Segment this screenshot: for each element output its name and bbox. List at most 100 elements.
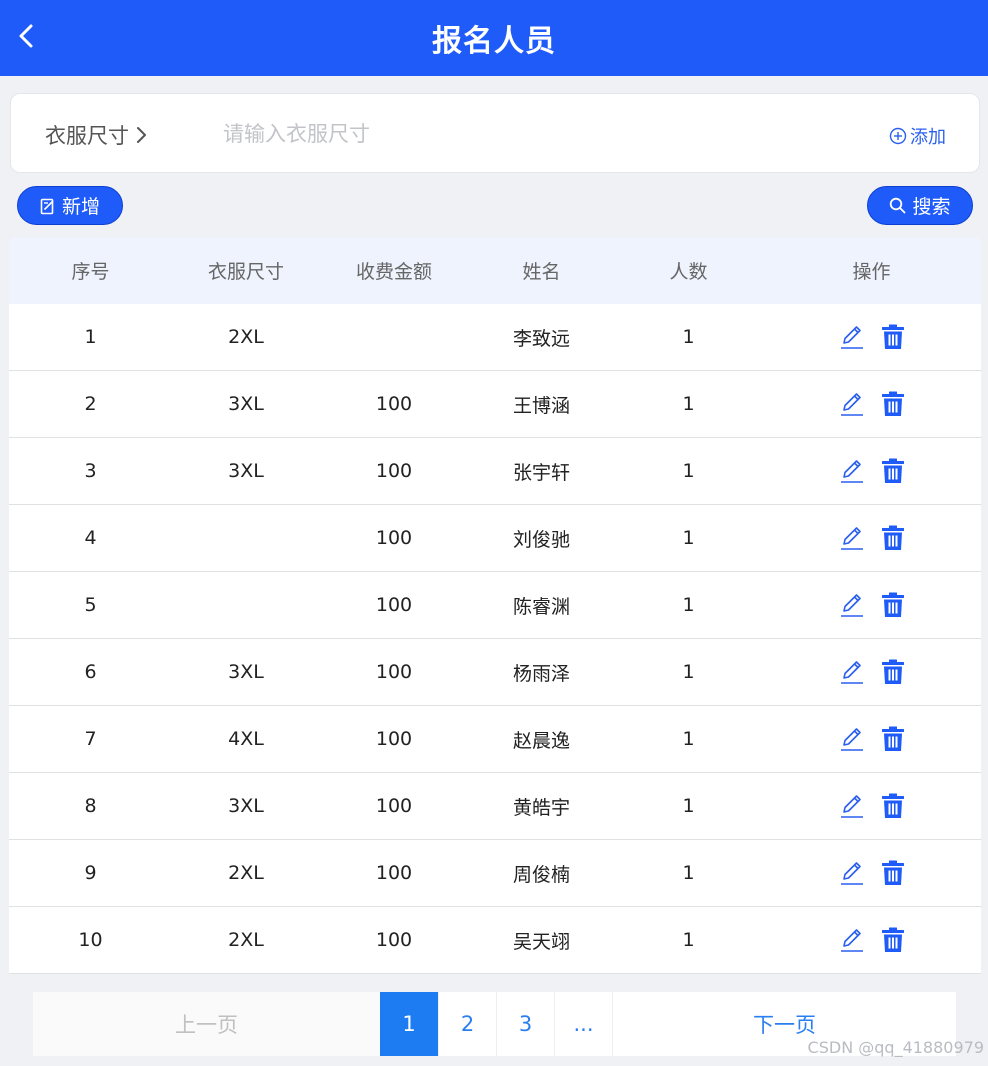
row-actions [762, 726, 981, 752]
edit-icon[interactable] [839, 458, 865, 484]
page-3-button[interactable]: 3 [496, 992, 554, 1056]
cell-count: 1 [682, 393, 695, 415]
cell-name: 赵晨逸 [512, 729, 570, 752]
trash-icon[interactable] [881, 525, 905, 551]
cell-index: 4 [84, 527, 97, 549]
row-actions [762, 458, 981, 484]
prev-page-button[interactable]: 上一页 [33, 992, 380, 1056]
cell-size: 4XL [228, 728, 264, 750]
cell-name: 陈睿渊 [512, 595, 570, 618]
size-filter-label-text: 衣服尺寸 [45, 124, 129, 148]
trash-icon[interactable] [881, 659, 905, 685]
cell-fee: 100 [375, 460, 413, 482]
cell-index: 8 [84, 795, 97, 817]
cell-index: 10 [78, 929, 103, 951]
cell-index: 7 [84, 728, 97, 750]
trash-icon[interactable] [881, 592, 905, 618]
page-1-button[interactable]: 1 [380, 992, 438, 1056]
cell-count: 1 [682, 929, 695, 951]
edit-icon[interactable] [839, 793, 865, 819]
trash-icon[interactable] [881, 726, 905, 752]
size-filter-label[interactable]: 衣服尺寸 [45, 120, 147, 150]
new-button[interactable]: 新增 [17, 186, 123, 225]
trash-icon[interactable] [881, 927, 905, 953]
table-row: 3 3XL 100 张宇轩 1 [9, 438, 981, 505]
cell-size: 3XL [228, 661, 264, 683]
cell-fee: 100 [375, 393, 413, 415]
table-row: 1 2XL 李致远 1 [9, 304, 981, 371]
edit-icon[interactable] [839, 726, 865, 752]
table-row: 9 2XL 100 周俊楠 1 [9, 840, 981, 907]
add-size-label: 添加 [910, 127, 946, 148]
size-input[interactable] [223, 114, 783, 154]
chevron-right-icon [137, 127, 146, 143]
row-actions [762, 793, 981, 819]
edit-icon[interactable] [839, 324, 865, 350]
row-actions [762, 592, 981, 618]
edit-icon[interactable] [839, 927, 865, 953]
cell-fee: 100 [375, 661, 413, 683]
row-actions [762, 391, 981, 417]
row-actions [762, 659, 981, 685]
col-header-fee: 收费金额 [355, 261, 432, 283]
edit-note-icon [40, 198, 54, 214]
cell-fee: 100 [375, 929, 413, 951]
circle-plus-icon [889, 127, 907, 145]
row-actions [762, 324, 981, 350]
cell-count: 1 [682, 326, 695, 348]
cell-size: 2XL [228, 929, 264, 951]
col-header-count: 人数 [669, 261, 708, 283]
search-button[interactable]: 搜索 [867, 186, 973, 225]
table-row: 4 100 刘俊驰 1 [9, 505, 981, 572]
cell-count: 1 [682, 795, 695, 817]
trash-icon[interactable] [881, 324, 905, 350]
cell-name: 周俊楠 [512, 863, 570, 886]
row-actions [762, 860, 981, 886]
cell-size: 3XL [228, 393, 264, 415]
cell-name: 王博涵 [512, 394, 570, 417]
cell-count: 1 [682, 862, 695, 884]
page-title: 报名人员 [432, 24, 556, 59]
edit-icon[interactable] [839, 592, 865, 618]
row-actions [762, 525, 981, 551]
cell-fee: 100 [375, 862, 413, 884]
page-2-button[interactable]: 2 [438, 992, 496, 1056]
row-actions [762, 927, 981, 953]
trash-icon[interactable] [881, 391, 905, 417]
cell-name: 刘俊驰 [512, 528, 570, 551]
trash-icon[interactable] [881, 793, 905, 819]
cell-count: 1 [682, 527, 695, 549]
edit-icon[interactable] [839, 860, 865, 886]
trash-icon[interactable] [881, 860, 905, 886]
table-body: 1 2XL 李致远 1 2 3XL 100 王博涵 1 3 3XL 100 张宇轩 1 4 100 刘俊驰 1 5 1… [9, 304, 981, 974]
app-header: 报名人员 [0, 0, 988, 76]
edit-icon[interactable] [839, 391, 865, 417]
cell-name: 杨雨泽 [512, 662, 570, 685]
page-ellipsis[interactable]: ... [554, 992, 612, 1056]
add-size-button[interactable]: 添加 [889, 123, 946, 149]
cell-size: 2XL [228, 326, 264, 348]
filter-card: 衣服尺寸 添加 [10, 93, 980, 173]
trash-icon[interactable] [881, 458, 905, 484]
cell-count: 1 [682, 594, 695, 616]
col-header-name: 姓名 [522, 261, 561, 283]
new-button-label: 新增 [61, 196, 100, 218]
cell-size: 3XL [228, 460, 264, 482]
table-row: 10 2XL 100 吴天翊 1 [9, 907, 981, 974]
edit-icon[interactable] [839, 659, 865, 685]
cell-index: 1 [84, 326, 97, 348]
table-row: 2 3XL 100 王博涵 1 [9, 371, 981, 438]
cell-size: 2XL [228, 862, 264, 884]
table-row: 5 100 陈睿渊 1 [9, 572, 981, 639]
search-button-label: 搜索 [912, 196, 951, 218]
cell-index: 2 [84, 393, 97, 415]
col-header-actions: 操作 [852, 261, 891, 283]
back-button[interactable] [8, 18, 44, 54]
col-header-index: 序号 [71, 261, 110, 283]
cell-fee: 100 [375, 728, 413, 750]
cell-count: 1 [682, 728, 695, 750]
cell-name: 张宇轩 [512, 461, 570, 484]
search-icon [890, 197, 906, 214]
edit-icon[interactable] [839, 525, 865, 551]
cell-fee: 100 [375, 527, 413, 549]
